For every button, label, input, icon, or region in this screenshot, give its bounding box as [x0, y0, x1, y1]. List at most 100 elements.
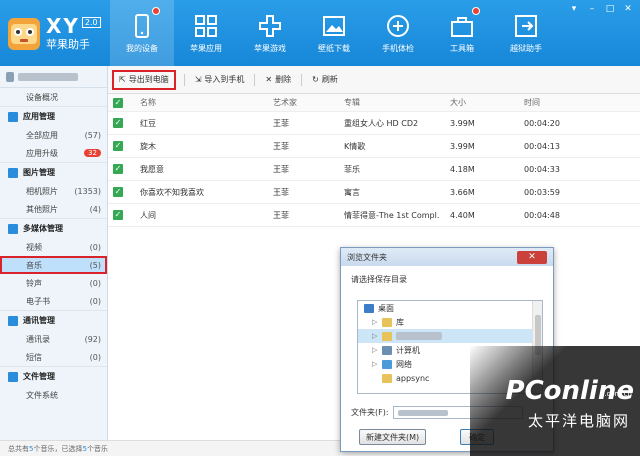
expand-arrow-icon[interactable]: ▷	[372, 332, 378, 340]
folder-label: 文件夹(F):	[351, 408, 389, 417]
export-icon: ⇱	[119, 75, 126, 84]
sidebar-group-photos[interactable]: 图片管理	[0, 162, 107, 182]
nav-my-device[interactable]: 我的设备	[110, 0, 174, 66]
gamepad-icon	[259, 14, 281, 37]
nav-label: 工具箱	[450, 43, 474, 53]
expand-arrow-icon[interactable]: ▷	[372, 360, 378, 368]
close-icon[interactable]: ✕	[620, 3, 636, 15]
select-all-checkbox[interactable]: ✓	[108, 97, 128, 108]
status-text: 总共有	[8, 445, 29, 453]
library-icon	[382, 317, 392, 327]
tree-item-label: 网络	[396, 359, 412, 369]
dialog-titlebar[interactable]: 浏览文件夹 ✕	[341, 248, 553, 266]
column-header-album[interactable]: 专辑	[344, 97, 450, 108]
tree-item-desktop[interactable]: 桌面	[358, 301, 542, 315]
device-name-blurred	[18, 72, 78, 81]
sidebar-item-sms[interactable]: 短信 (0)	[0, 348, 107, 366]
table-row[interactable]: ✓ 人间 王菲 情菲得意-The 1st Compl. 4.40M 00:04:…	[108, 204, 640, 227]
check-icon: ✓	[113, 118, 123, 128]
song-time: 00:04:48	[524, 210, 560, 220]
computer-icon	[382, 345, 392, 355]
column-header-artist[interactable]: 艺术家	[273, 97, 344, 108]
status-bar: 总共有5个音乐，已选择5个音乐	[0, 440, 340, 456]
row-checkbox[interactable]: ✓	[108, 164, 128, 174]
sidebar-item-all-apps[interactable]: 全部应用 (57)	[0, 126, 107, 144]
table-row[interactable]: ✓ 我愿意 王菲 菲乐 4.18M 00:04:33	[108, 158, 640, 181]
column-header-time[interactable]: 时间	[524, 97, 614, 108]
new-folder-button[interactable]: 新建文件夹(M)	[359, 429, 427, 445]
item-count: (0)	[89, 242, 101, 252]
refresh-button[interactable]: ↻ 刷新	[302, 71, 348, 89]
sidebar-item-app-updates[interactable]: 应用升级 32	[0, 144, 107, 162]
song-artist: 王菲	[273, 210, 289, 220]
sidebar-group-files[interactable]: 文件管理	[0, 366, 107, 386]
sidebar-item-label: 全部应用	[26, 130, 58, 140]
sidebar-item-ringtones[interactable]: 铃声 (0)	[0, 274, 107, 292]
delete-button[interactable]: ✕ 删除	[255, 71, 301, 89]
sidebar-item-address-book[interactable]: 通讯录 (92)	[0, 330, 107, 348]
skin-icon[interactable]: ▾	[566, 3, 582, 15]
nav-jailbreak[interactable]: 越狱助手	[494, 0, 558, 66]
nav-wallpapers[interactable]: 壁纸下载	[302, 0, 366, 66]
item-count: (92)	[84, 334, 101, 344]
top-nav: 我的设备 苹果应用 苹果游戏 壁纸下载 手机体检 工具箱 越狱助手	[110, 0, 558, 66]
row-checkbox[interactable]: ✓	[108, 141, 128, 151]
nav-label: 苹果游戏	[254, 43, 286, 53]
import-icon: ⇲	[194, 75, 202, 84]
tree-item-user[interactable]: ▷	[358, 329, 542, 343]
group-title: 多媒体管理	[23, 224, 63, 233]
nav-apple-apps[interactable]: 苹果应用	[174, 0, 238, 66]
dialog-close-button[interactable]: ✕	[517, 250, 547, 264]
expand-arrow-icon[interactable]: ▷	[372, 346, 378, 354]
table-row[interactable]: ✓ 你喜欢不知我喜欢 王菲 寓言 3.66M 00:03:59	[108, 181, 640, 204]
device-name[interactable]	[0, 66, 107, 88]
nav-toolbox[interactable]: 工具箱	[430, 0, 494, 66]
sidebar-item-overview[interactable]: 设备概况	[0, 88, 107, 106]
tree-item-label: 计算机	[396, 345, 420, 355]
watermark-domain: .com.cn	[604, 390, 632, 398]
sidebar-item-other-photos[interactable]: 其他照片 (4)	[0, 200, 107, 218]
music-table: ✓ 名称 艺术家 专辑 大小 时间 ✓ 红豆 王菲 重组女人心 HD CD2 3…	[108, 94, 640, 227]
export-to-pc-button[interactable]: ⇱ 导出到电脑	[112, 69, 176, 90]
sidebar-group-apps[interactable]: 应用管理	[0, 106, 107, 126]
table-row[interactable]: ✓ 旋木 王菲 K情歌 3.99M 00:04:13	[108, 135, 640, 158]
group-title: 通讯管理	[23, 316, 55, 325]
brand: XY 2.0 苹果助手	[46, 14, 101, 52]
sidebar-item-file-system[interactable]: 文件系统	[0, 386, 107, 404]
tree-item-library[interactable]: ▷ 库	[358, 315, 542, 329]
song-size: 3.99M	[450, 118, 475, 128]
sidebar-group-media[interactable]: 多媒体管理	[0, 218, 107, 238]
song-album: 重组女人心 HD CD2	[344, 118, 419, 128]
phone-icon	[6, 71, 14, 82]
row-checkbox[interactable]: ✓	[108, 118, 128, 128]
media-icon	[8, 223, 18, 234]
folder-value-blurred	[397, 409, 448, 416]
column-header-name[interactable]: 名称	[128, 97, 273, 108]
nav-apple-games[interactable]: 苹果游戏	[238, 0, 302, 66]
item-count: (0)	[89, 296, 101, 306]
sidebar-item-ebooks[interactable]: 电子书 (0)	[0, 292, 107, 310]
sidebar-item-music[interactable]: 音乐 (5)	[0, 256, 107, 274]
row-checkbox[interactable]: ✓	[108, 187, 128, 197]
button-label: 导入到手机	[204, 75, 245, 84]
sidebar: 设备概况 应用管理 全部应用 (57) 应用升级 32 图片管理 相机照片 (1353…	[0, 66, 108, 456]
watermark-subtitle: 太平洋电脑网	[527, 412, 630, 430]
column-header-size[interactable]: 大小	[450, 97, 524, 108]
maximize-icon[interactable]: □	[602, 3, 618, 15]
row-checkbox[interactable]: ✓	[108, 210, 128, 220]
minimize-icon[interactable]: –	[584, 3, 600, 15]
expand-arrow-icon[interactable]: ▷	[372, 318, 378, 326]
table-row[interactable]: ✓ 红豆 王菲 重组女人心 HD CD2 3.99M 00:04:20	[108, 112, 640, 135]
song-name: 人间	[140, 210, 156, 220]
song-artist: 王菲	[273, 164, 289, 174]
item-count: (0)	[89, 352, 101, 362]
nav-label: 我的设备	[126, 43, 158, 53]
sidebar-item-camera-photos[interactable]: 相机照片 (1353)	[0, 182, 107, 200]
import-to-phone-button[interactable]: ⇲ 导入到手机	[185, 71, 255, 89]
nav-phone-checkup[interactable]: 手机体检	[366, 0, 430, 66]
sidebar-group-contacts[interactable]: 通讯管理	[0, 310, 107, 330]
sidebar-item-video[interactable]: 视频 (0)	[0, 238, 107, 256]
notification-dot	[152, 7, 160, 15]
app-logo-icon	[8, 18, 40, 50]
item-count: (0)	[89, 278, 101, 288]
